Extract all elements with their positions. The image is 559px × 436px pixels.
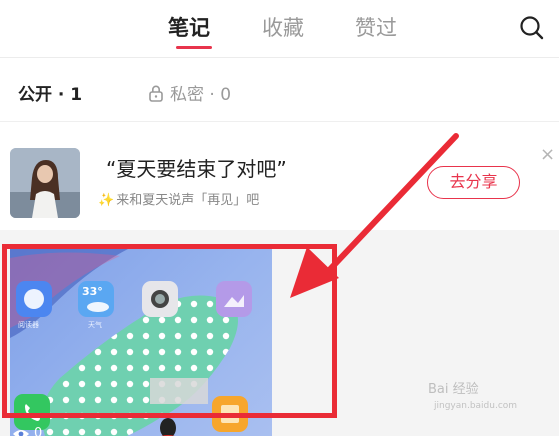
annotation-arrow [290, 133, 459, 298]
watermark-url: jingyan.baidu.com [434, 401, 518, 411]
watermark-logo: Bai 经验 [428, 382, 479, 397]
profile-notes-page: 笔记 收藏 赞过 公开 · 1 私密 · 0 “夏天要结束了对吧” ✨ 来和夏天… [0, 0, 559, 436]
